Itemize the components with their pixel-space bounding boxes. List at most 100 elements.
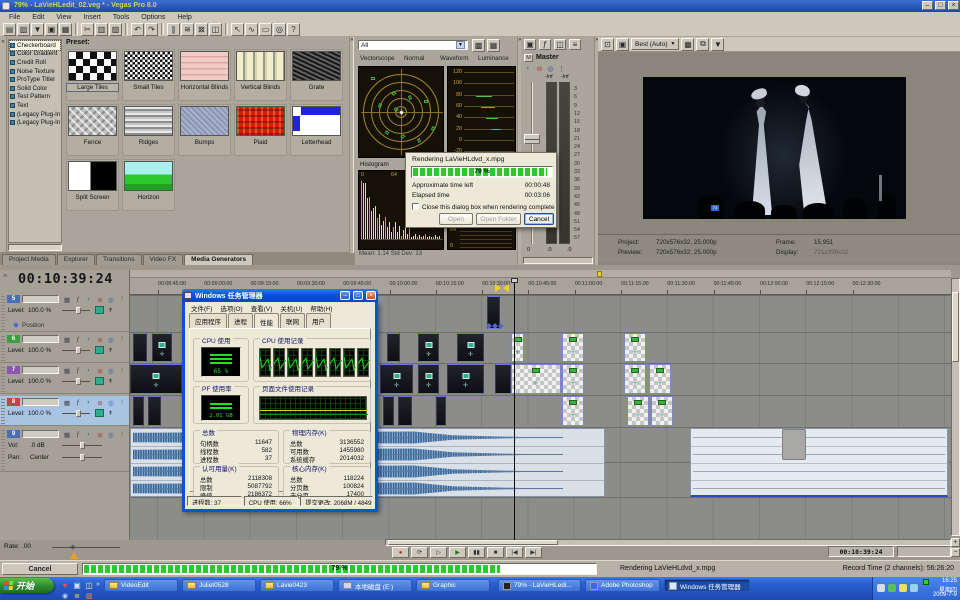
tm-tab-2[interactable]: 性能 [254, 313, 279, 329]
automation-icon[interactable]: ◐ [524, 64, 533, 73]
more-icon[interactable]: ! [117, 295, 127, 304]
solo-icon[interactable]: ◎ [106, 430, 116, 439]
tm-maximize-button[interactable]: □ [353, 291, 363, 300]
track-grip[interactable] [1, 335, 5, 361]
track-fx-icon[interactable]: ƒ [73, 335, 83, 344]
track-grip[interactable] [1, 430, 5, 470]
video-event[interactable]: ✛ [130, 364, 182, 394]
record-button[interactable]: ● [392, 547, 409, 558]
video-event[interactable]: ✛ [380, 364, 413, 394]
scope-settings-icon[interactable]: ▩ [472, 39, 485, 52]
dock-tab-transitions[interactable]: Transitions [96, 254, 142, 265]
zoom-out-button[interactable]: − [951, 548, 960, 557]
scope-tab-normal[interactable]: Normal [404, 55, 424, 62]
level-slider-handle[interactable] [76, 410, 81, 417]
menu-item-edit[interactable]: Edit [27, 14, 49, 21]
scope-tab-luminance[interactable]: Luminance [478, 55, 509, 62]
track-fx-icon[interactable]: ƒ [73, 430, 83, 439]
tm-menu-item[interactable]: 选项(O) [217, 303, 245, 313]
quick-launch-icon-3[interactable]: ◫ [84, 580, 94, 590]
timeline-marker[interactable] [597, 271, 602, 277]
preset-bumps[interactable]: Bumps [178, 104, 231, 156]
scope-tab-waveform[interactable]: Waveform [440, 55, 468, 62]
taskbar-task-0[interactable]: VideoEdit [104, 579, 178, 592]
splitter-close-icon[interactable]: ✕ [350, 37, 353, 43]
video-event[interactable]: ✛ [447, 364, 484, 394]
mute-icon[interactable]: ⊘ [95, 295, 105, 304]
track-grip[interactable] [1, 398, 5, 424]
preset-plaid[interactable]: Plaid [234, 104, 287, 156]
solo-icon[interactable]: ◎ [106, 335, 116, 344]
taskbar-task-3[interactable]: 本地磁盘 (E:) [338, 579, 412, 592]
play-button[interactable]: ▶ [449, 547, 466, 558]
loop-region-marker[interactable] [503, 284, 509, 292]
preset-horizontal-blinds[interactable]: Horizontal Blinds [178, 49, 231, 101]
close-button[interactable]: × [948, 1, 959, 10]
more-icon[interactable]: ! [117, 335, 127, 344]
tm-minimize-button[interactable]: – [340, 291, 350, 300]
generated-media-event[interactable]: ✛ [624, 333, 646, 362]
track-motion-icon[interactable]: ▦ [62, 430, 72, 439]
cancel-button[interactable]: Cancel [524, 213, 554, 225]
panel-splitter[interactable]: ✕ [349, 37, 354, 253]
track-grip[interactable] [1, 295, 5, 330]
automation-icon[interactable]: ◐ [84, 366, 94, 375]
mute-icon[interactable]: ⊘ [95, 366, 105, 375]
track-motion-icon[interactable]: ▦ [62, 366, 72, 375]
dock-tab-explorer[interactable]: Explorer [57, 254, 95, 265]
mixer-dim-icon[interactable]: ≡ [569, 39, 581, 50]
selection-time-display[interactable] [897, 546, 951, 557]
transport-time-display[interactable]: 00:10:39:24 [828, 546, 894, 557]
video-event[interactable]: ✛ [457, 333, 484, 362]
video-event[interactable] [133, 396, 144, 426]
cancel-render-button[interactable]: Cancel [2, 563, 78, 575]
audio-event[interactable] [690, 428, 948, 497]
preset-vertical-blinds[interactable]: Vertical Blinds [234, 49, 287, 101]
tm-menu-item[interactable]: 帮助(H) [307, 303, 335, 313]
quick-launch-icon-4[interactable]: ◉ [60, 591, 70, 600]
loop-playback-button[interactable]: ⟳ [411, 547, 428, 558]
generated-media-event[interactable]: ✛ [651, 396, 673, 426]
generator-item-6[interactable]: Test Pattern [10, 93, 60, 102]
solo-icon[interactable]: ◎ [546, 64, 555, 73]
track-name-slider[interactable] [22, 398, 59, 406]
fx-icon[interactable]: ⋮ [557, 64, 566, 73]
preset-small-tiles[interactable]: Small Tiles [122, 49, 175, 101]
preview-quality-dropdown[interactable]: Best (Auto)▼ [631, 38, 679, 50]
scope-preset-dropdown[interactable]: All▼ [358, 40, 468, 50]
more-icon[interactable]: ! [117, 398, 127, 407]
video-output-icon[interactable]: ▣ [616, 38, 629, 51]
automation-icon[interactable]: ◐ [84, 335, 94, 344]
solo-icon[interactable]: ◎ [106, 366, 116, 375]
snapping-icon[interactable]: ∥ [167, 23, 180, 36]
copy-frame-icon[interactable]: ⧉ [696, 38, 709, 51]
render-as-icon[interactable]: ▦ [59, 23, 72, 36]
track-motion-icon[interactable]: ▦ [62, 335, 72, 344]
track-motion-icon[interactable]: ▦ [62, 398, 72, 407]
automation-icon[interactable]: ◐ [84, 295, 94, 304]
insert-bus-icon[interactable]: ▣ [524, 39, 536, 50]
menu-item-file[interactable]: File [4, 14, 25, 21]
dock-tab-media-generators[interactable]: Media Generators [184, 254, 253, 265]
preset-fence[interactable]: Fence [66, 104, 119, 156]
maximize-button[interactable]: □ [935, 1, 946, 10]
generator-item-9[interactable]: (Legacy Plug-In [10, 118, 60, 127]
generator-item-0[interactable]: Checkerboard [10, 41, 60, 50]
solo-icon[interactable]: ◎ [106, 295, 116, 304]
track-grip[interactable] [1, 366, 5, 392]
stop-button[interactable]: ■ [487, 547, 504, 558]
generator-item-2[interactable]: Credit Roll [10, 58, 60, 67]
dock-tab-project-media[interactable]: Project Media [2, 254, 56, 265]
quick-launch-more-icon[interactable]: » [96, 581, 100, 588]
generated-media-event[interactable]: ✛ [562, 396, 584, 426]
copy-icon[interactable]: ▥ [95, 23, 108, 36]
quick-launch-icon-2[interactable]: ▣ [72, 580, 82, 590]
generated-media-event[interactable]: ✛ [511, 333, 524, 362]
open-icon[interactable]: ▨ [17, 23, 30, 36]
solo-icon[interactable]: ◎ [106, 398, 116, 407]
properties-icon[interactable]: ▣ [45, 23, 58, 36]
tm-tab-1[interactable]: 进程 [228, 313, 253, 328]
save-frame-icon[interactable]: ▼ [711, 38, 724, 51]
video-event[interactable]: ✛ [418, 333, 439, 362]
generator-item-5[interactable]: Solid Color [10, 84, 60, 93]
